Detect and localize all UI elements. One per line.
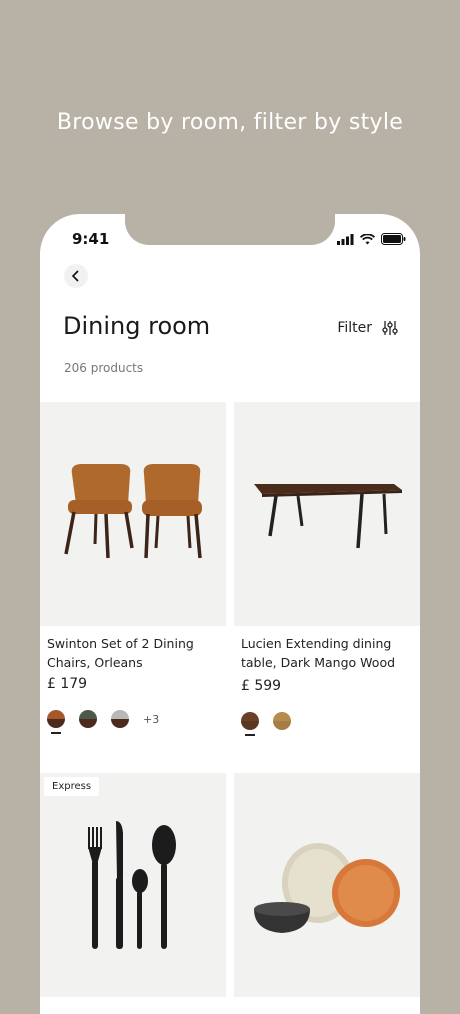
selected-indicator: [51, 732, 61, 734]
product-count: 206 products: [64, 361, 144, 375]
product-image[interactable]: [234, 402, 420, 626]
phone-notch: [125, 214, 335, 245]
cutlery-image: [88, 821, 176, 949]
product-card[interactable]: [234, 773, 420, 997]
product-card[interactable]: Swinton Set of 2 Dining Chairs, Orleans …: [40, 402, 226, 734]
color-swatch[interactable]: [47, 710, 65, 734]
tableware-image: [254, 843, 400, 933]
phone-screen: 9:41 Dining room Filter 206 products Swi…: [40, 214, 420, 1014]
promo-headline: Browse by room, filter by style: [56, 110, 404, 135]
color-swatches: [234, 694, 420, 736]
dining-chairs-image: [64, 464, 202, 559]
wifi-icon: [360, 233, 375, 244]
back-button[interactable]: [64, 264, 88, 288]
express-badge: Express: [44, 777, 100, 796]
page-title: Dining room: [63, 312, 211, 340]
color-swatch[interactable]: [273, 712, 291, 736]
dining-table-image: [254, 484, 402, 549]
color-swatch[interactable]: [111, 710, 129, 734]
sliders-icon: [382, 321, 398, 335]
product-name[interactable]: Swinton Set of 2 Dining Chairs, Orleans …: [40, 626, 226, 672]
color-swatch[interactable]: [241, 712, 259, 736]
product-price: £ 179: [47, 676, 88, 692]
product-image[interactable]: Express: [40, 773, 226, 997]
battery-icon: [381, 233, 406, 245]
status-time: 9:41: [72, 230, 110, 248]
color-swatches: +3: [40, 692, 226, 734]
filter-label: Filter: [337, 320, 372, 336]
product-card[interactable]: Express: [40, 773, 226, 997]
product-price: £ 599: [241, 678, 282, 694]
color-swatch[interactable]: [79, 710, 97, 734]
more-swatches-count[interactable]: +3: [143, 713, 159, 726]
selected-indicator: [245, 734, 255, 736]
product-image[interactable]: [40, 402, 226, 626]
signal-icon: [337, 233, 354, 245]
filter-button[interactable]: Filter: [337, 320, 398, 336]
product-name[interactable]: Lucien Extending dining table, Dark Mang…: [234, 626, 420, 672]
chevron-left-icon: [71, 270, 79, 282]
product-image[interactable]: [234, 773, 420, 997]
product-card[interactable]: Lucien Extending dining table, Dark Mang…: [234, 402, 420, 736]
status-icons: [337, 233, 406, 245]
